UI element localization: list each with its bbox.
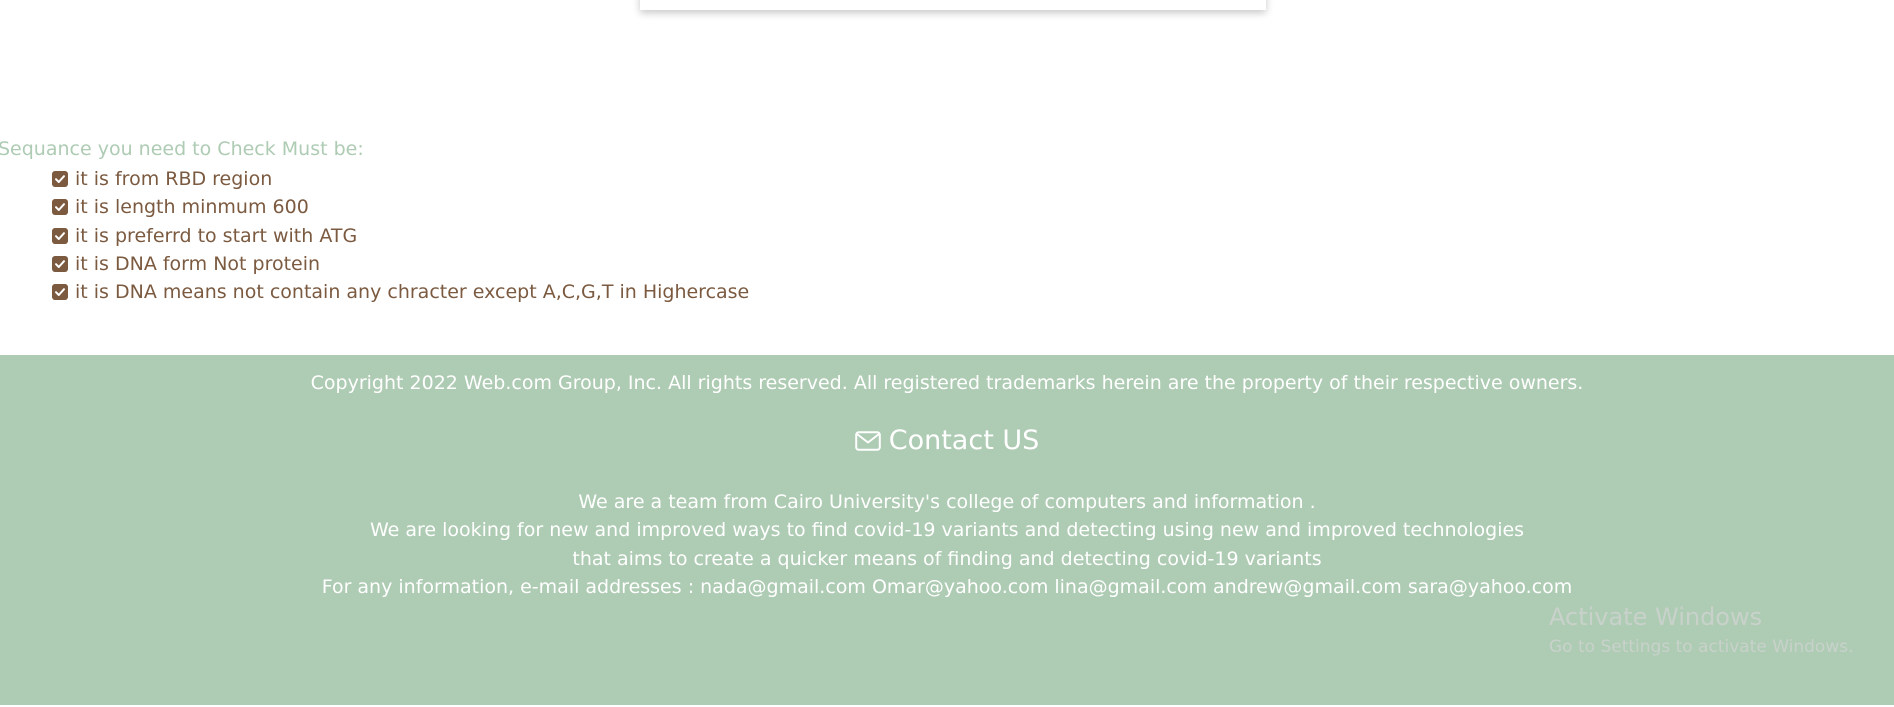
watermark-subtitle: Go to Settings to activate Windows. — [1549, 637, 1854, 657]
envelope-icon — [854, 430, 881, 451]
contact-title: Contact US — [888, 425, 1040, 456]
about-line: We are a team from Cairo University's co… — [578, 491, 1316, 513]
requirement-label: it is length minmum 600 — [75, 196, 309, 219]
contact-emails-line: For any information, e-mail addresses : … — [321, 575, 1573, 598]
requirement-label: it is preferrd to start with ATG — [75, 224, 358, 247]
checked-checkbox-icon — [52, 199, 68, 216]
page: Sequance you need to Check Must be: it i… — [0, 0, 1894, 707]
top-card-edge — [640, 0, 1266, 10]
about-text: We are a team from Cairo University's co… — [0, 488, 1894, 601]
requirement-label: it is DNA means not contain any chracter… — [75, 281, 750, 304]
requirement-item: it is length minmum 600 — [52, 193, 749, 221]
checked-checkbox-icon — [52, 256, 68, 273]
contact-heading: Contact US — [0, 425, 1894, 456]
requirement-item: it is DNA form Not protein — [52, 250, 749, 278]
requirement-item: it is preferrd to start with ATG — [52, 222, 749, 250]
checked-checkbox-icon — [52, 284, 68, 301]
copyright-text: Copyright 2022 Web.com Group, Inc. All r… — [310, 372, 1584, 394]
about-line: We are looking for new and improved ways… — [369, 519, 1525, 542]
watermark-title: Activate Windows — [1549, 603, 1763, 631]
checked-checkbox-icon — [52, 171, 68, 188]
requirement-label: it is from RBD region — [75, 168, 273, 191]
requirements-heading: Sequance you need to Check Must be: — [0, 138, 364, 160]
checked-checkbox-icon — [52, 227, 68, 244]
requirement-item: it is DNA means not contain any chracter… — [52, 278, 749, 306]
activate-windows-watermark: Activate Windows Go to Settings to activ… — [1549, 602, 1854, 660]
requirement-label: it is DNA form Not protein — [75, 253, 321, 276]
requirements-list: it is from RBD region it is length minmu… — [52, 165, 749, 306]
about-line: that aims to create a quicker means of f… — [572, 547, 1322, 570]
requirement-item: it is from RBD region — [52, 165, 749, 193]
